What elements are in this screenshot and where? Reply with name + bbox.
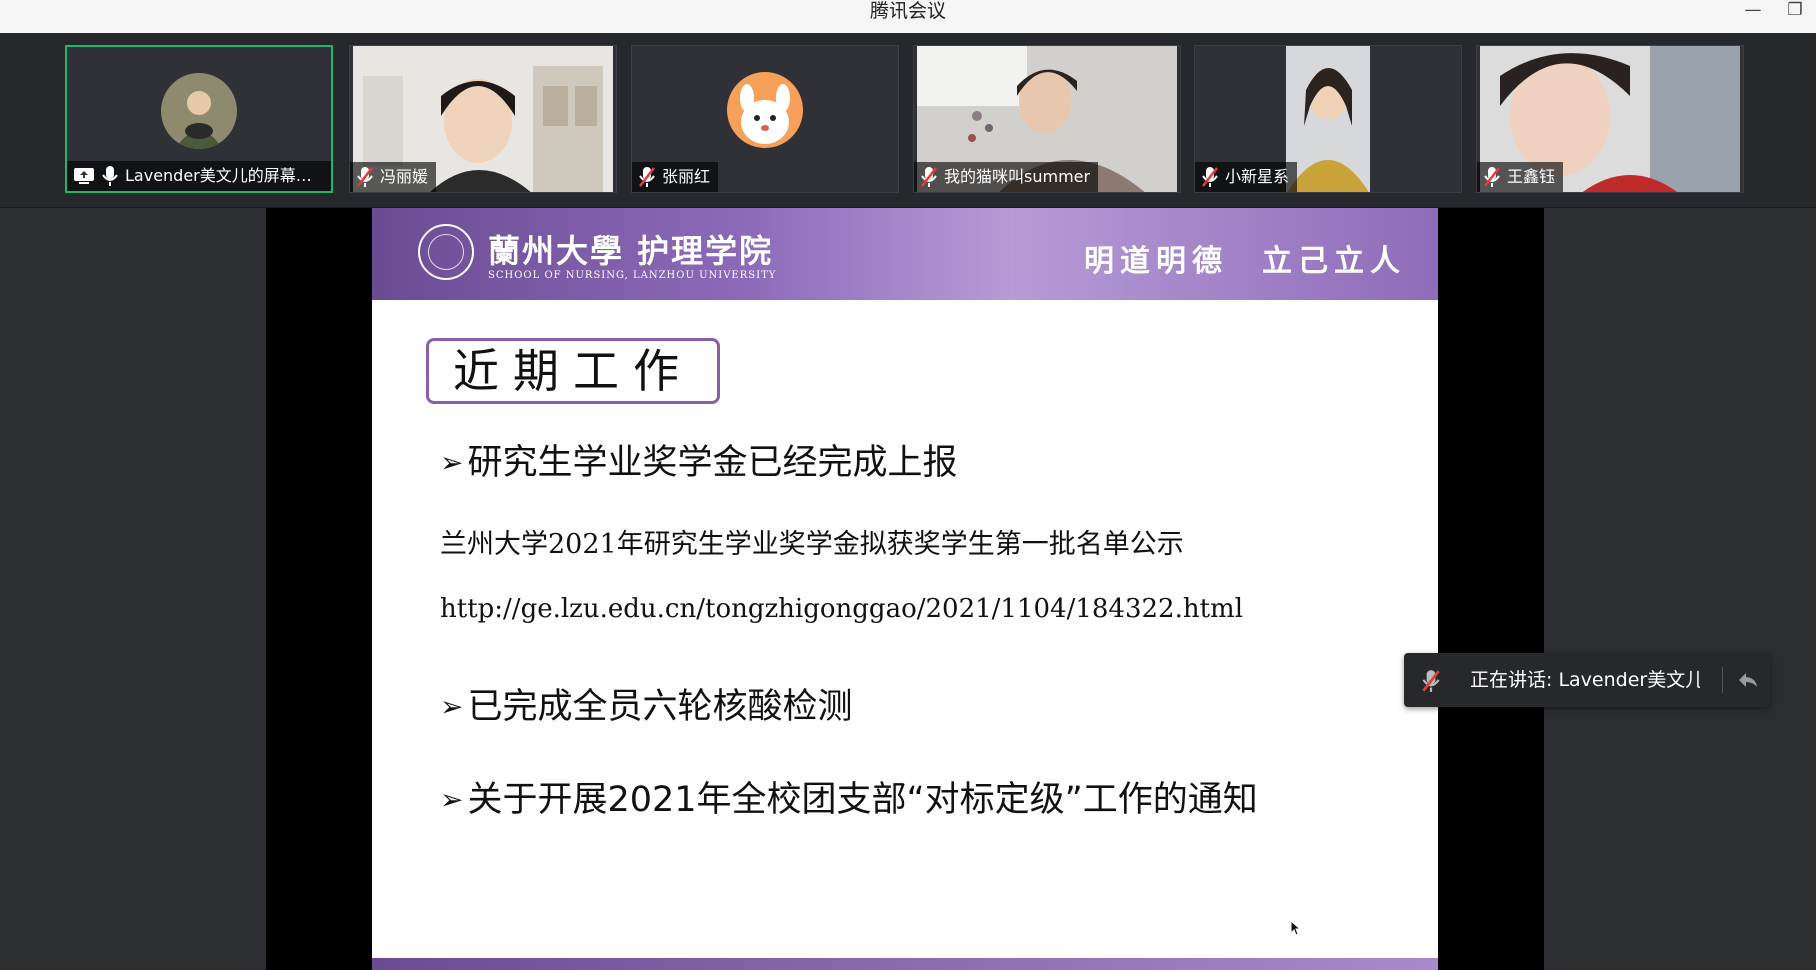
participant-name-bar: 冯丽媛 [350,162,437,192]
participant-name: Lavender美文儿的屏幕共... [125,166,325,185]
window-title: 腾讯会议 [869,0,946,22]
title-bar: 腾讯会议 — ❐ [0,0,1816,34]
screen-share-icon [74,168,94,184]
arrow-bullet-icon: ➢ [440,783,464,816]
minimize-button[interactable]: — [1740,0,1766,22]
notice-url: http://ge.lzu.edu.cn/tongzhigonggao/2021… [440,594,1244,624]
motto-right: 立己立人 [1262,244,1406,279]
university-emblem-icon [418,224,474,280]
slide-header: 蘭州大學 护理学院 SCHOOL OF NURSING, LANZHOU UNI… [372,208,1438,300]
school-name-cn: 蘭州大學 护理学院 [488,232,774,270]
mic-muted-icon [1422,670,1440,692]
slide-title: 近期工作 [426,338,720,404]
arrow-bullet-icon: ➢ [440,446,464,479]
participant-name: 冯丽媛 [380,167,429,186]
mic-muted-icon [921,167,937,187]
bullet-item: ➢ 研究生学业奖学金已经完成上报 [440,434,957,485]
participant-tile[interactable]: 我的猫咪叫summer [913,45,1181,193]
participant-tile[interactable]: 小新星系 [1194,45,1462,193]
arrow-bullet-icon: ➢ [440,690,464,723]
mic-muted-icon [1484,167,1500,187]
camera-feed [1286,46,1370,192]
speaking-text: 正在讲话: Lavender美文儿; [1470,669,1700,691]
bullet-item: ➢ 已完成全员六轮核酸检测 [440,678,852,729]
bullet-item: ➢ 关于开展2021年全校团支部“对标定级”工作的通知 [440,771,1258,822]
bullet-text: 研究生学业奖学金已经完成上报 [467,443,958,483]
participant-strip: Lavender美文儿的屏幕共... 冯丽媛 张丽红 我的猫咪叫summer 小… [0,33,1816,208]
mic-muted-icon [1202,167,1218,187]
reply-arrow-icon[interactable] [1736,668,1760,692]
mic-on-icon [102,166,118,186]
mouse-cursor-icon [1290,920,1302,936]
school-name-en: SCHOOL OF NURSING, LANZHOU UNIVERSITY [488,270,777,281]
participant-name-bar: 张丽红 [632,162,719,192]
speaking-indicator: 正在讲话: Lavender美文儿; [1404,653,1770,707]
participant-name: 王鑫钰 [1507,167,1556,186]
divider [1722,667,1723,693]
notice-text: 兰州大学2021年研究生学业奖学金拟获奖学生第一批名单公示 [440,529,1184,560]
presentation-slide: 蘭州大學 护理学院 SCHOOL OF NURSING, LANZHOU UNI… [372,208,1438,970]
motto-left: 明道明德 [1084,244,1228,279]
avatar [161,73,237,149]
participant-name: 我的猫咪叫summer [944,167,1091,186]
mic-muted-icon [639,167,655,187]
bullet-text: 已完成全员六轮核酸检测 [467,687,853,727]
participant-name: 张丽红 [662,167,711,186]
participant-name-bar: 我的猫咪叫summer [914,162,1099,192]
shared-screen-stage: 蘭州大學 护理学院 SCHOOL OF NURSING, LANZHOU UNI… [0,208,1816,970]
participant-name: 小新星系 [1225,167,1290,186]
participant-tile[interactable]: 冯丽媛 [349,45,617,193]
participant-tile[interactable]: 王鑫钰 [1476,45,1744,193]
participant-tile[interactable]: 张丽红 [631,45,899,193]
avatar [727,72,803,148]
restore-button[interactable]: ❐ [1782,0,1808,22]
participant-tile[interactable]: Lavender美文儿的屏幕共... [65,45,333,193]
participant-name-bar: Lavender美文儿的屏幕共... [67,161,331,191]
mic-muted-icon [357,167,373,187]
slide-footer [372,958,1438,970]
participant-name-bar: 小新星系 [1195,162,1298,192]
bullet-text: 关于开展2021年全校团支部“对标定级”工作的通知 [467,780,1258,820]
participant-name-bar: 王鑫钰 [1477,162,1564,192]
